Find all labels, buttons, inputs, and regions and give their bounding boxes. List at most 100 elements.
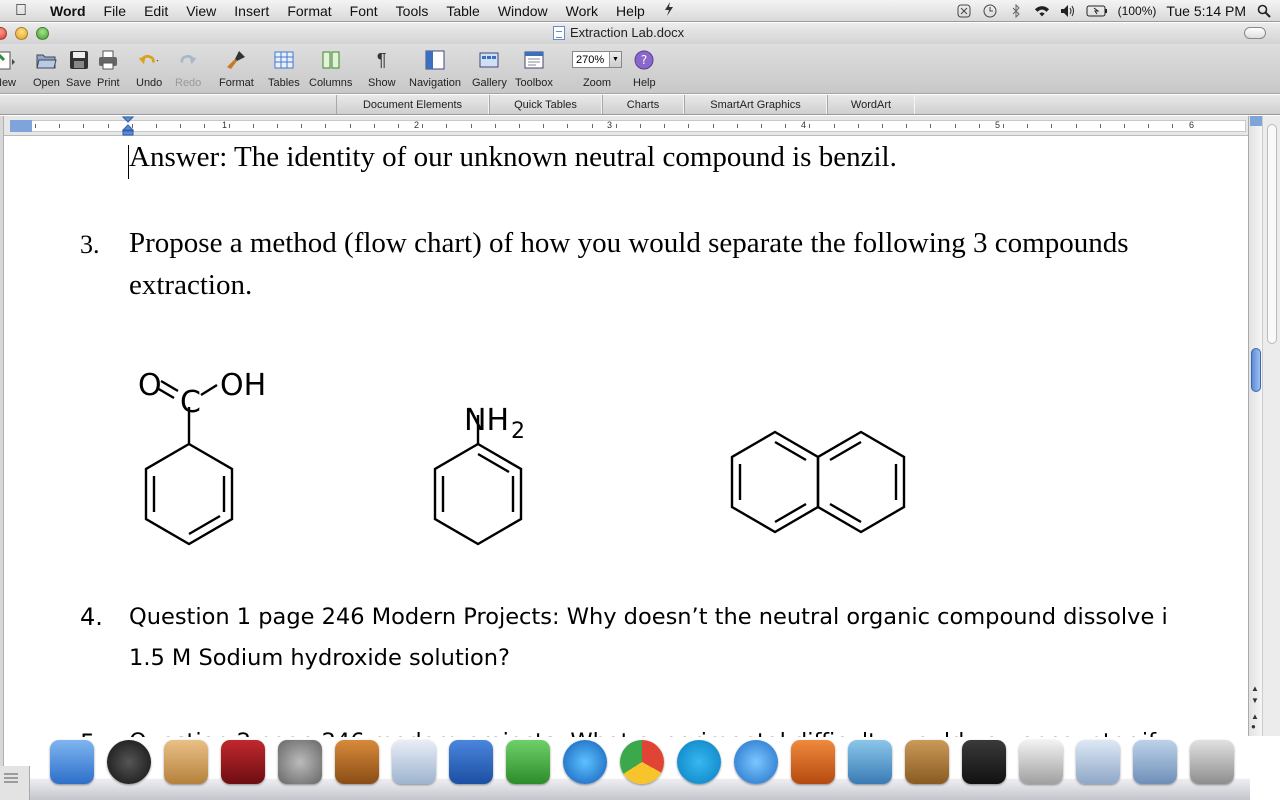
spotlight-search-icon[interactable]: [1256, 3, 1272, 19]
previous-page-icon[interactable]: ▲: [1251, 712, 1259, 721]
time-machine-icon[interactable]: [982, 3, 998, 19]
left-margin-marker[interactable]: [10, 120, 32, 132]
chrome-icon[interactable]: [620, 740, 664, 784]
redo-button[interactable]: Redo: [175, 48, 201, 89]
system-preferences-icon[interactable]: [278, 740, 322, 784]
presentation-icon[interactable]: [1019, 740, 1063, 784]
undo-button[interactable]: Undo: [136, 48, 162, 89]
ruler-tick: [1027, 124, 1029, 128]
document-page[interactable]: Answer: The identity of our unknown neut…: [4, 137, 1248, 737]
chevron-down-icon[interactable]: ▼: [609, 52, 621, 67]
question-3-line-1[interactable]: Propose a method (flow chart) of how you…: [129, 227, 1128, 260]
menu-clock[interactable]: Tue 5:14 PM: [1166, 3, 1246, 19]
format-button[interactable]: Format: [219, 48, 254, 89]
toolbar-toggle-button[interactable]: [1244, 27, 1266, 39]
itunes-icon[interactable]: [563, 740, 607, 784]
columns-button[interactable]: Columns: [309, 48, 352, 89]
word-icon[interactable]: [449, 740, 493, 784]
menu-app-word[interactable]: Word: [42, 0, 95, 22]
close-window-button[interactable]: [0, 27, 7, 40]
ruler-tick: [156, 124, 157, 128]
finder-icon[interactable]: [50, 740, 94, 784]
ruler-toggle-button[interactable]: [1250, 116, 1262, 126]
gallery-button[interactable]: Gallery: [472, 48, 507, 89]
print-button[interactable]: Print: [97, 48, 120, 89]
ruler-tick: [1172, 124, 1174, 128]
ruler-tick: [543, 124, 545, 128]
scroll-down-arrow-icon[interactable]: ▼: [1251, 696, 1259, 705]
wifi-icon[interactable]: [1034, 3, 1050, 19]
scrollbar-thumb[interactable]: [1251, 348, 1261, 392]
zoom-window-button[interactable]: [36, 27, 49, 40]
preview-icon[interactable]: [392, 740, 436, 784]
menu-insert[interactable]: Insert: [225, 0, 278, 22]
close-x-icon[interactable]: [956, 3, 972, 19]
tab-charts[interactable]: Charts: [602, 95, 684, 114]
ruler-tick: [228, 124, 230, 128]
save-button[interactable]: Save: [66, 48, 91, 89]
question-4-line-1[interactable]: Question 1 page 246 Modern Projects: Why…: [129, 604, 1168, 630]
tables-button[interactable]: Tables: [268, 48, 300, 89]
trash-icon[interactable]: [1190, 740, 1234, 784]
safari-icon[interactable]: [734, 740, 778, 784]
powerpoint-icon[interactable]: [791, 740, 835, 784]
tab-smartart-graphics[interactable]: SmartArt Graphics: [684, 95, 827, 114]
dashboard-icon[interactable]: [107, 740, 151, 784]
help-button[interactable]: ? Help: [633, 48, 656, 89]
menu-help[interactable]: Help: [607, 0, 654, 22]
garageband-icon[interactable]: [335, 740, 379, 784]
ruler-tick: [785, 124, 787, 128]
skype-icon[interactable]: [677, 740, 721, 784]
show-button[interactable]: ¶ Show: [368, 48, 396, 90]
menu-font[interactable]: Font: [341, 0, 387, 22]
scroll-up-arrow-icon[interactable]: ▲: [1251, 684, 1259, 693]
ruler-tick: [954, 124, 956, 128]
chemical-structures-figure[interactable]: O C OH NH 2: [124, 352, 1024, 592]
tab-wordart[interactable]: WordArt: [827, 95, 915, 114]
ruler-tick: [301, 124, 303, 128]
redo-arrow-icon: [177, 48, 199, 72]
browse-object-icon[interactable]: ●: [1251, 722, 1256, 731]
document-icon: [553, 25, 565, 40]
mail-icon[interactable]: [164, 740, 208, 784]
aniline-nh-label: NH: [464, 403, 509, 438]
iphoto-icon[interactable]: [848, 740, 892, 784]
answer-paragraph[interactable]: Answer: The identity of our unknown neut…: [129, 141, 897, 174]
toolbox-button[interactable]: Toolbox: [515, 48, 553, 89]
menu-format[interactable]: Format: [278, 0, 340, 22]
bluetooth-icon[interactable]: [1008, 3, 1024, 19]
open-button[interactable]: Open: [33, 48, 60, 89]
menu-table[interactable]: Table: [437, 0, 488, 22]
new-button[interactable]: New: [0, 48, 16, 89]
photo-booth-icon[interactable]: [221, 740, 265, 784]
menu-window[interactable]: Window: [489, 0, 557, 22]
zoom-control[interactable]: 270% ▼ Zoom: [572, 48, 622, 89]
documents-icon[interactable]: [1076, 740, 1120, 784]
battery-icon[interactable]: [1086, 3, 1108, 19]
script-menu-icon[interactable]: [654, 0, 684, 22]
question-3-line-2[interactable]: extraction.: [129, 269, 252, 302]
menu-view[interactable]: View: [177, 0, 225, 22]
menu-tools[interactable]: Tools: [387, 0, 438, 22]
window-title-text: Extraction Lab.docx: [570, 25, 685, 40]
zoom-select[interactable]: 270% ▼: [572, 51, 622, 68]
question-3-number: 3.: [80, 230, 100, 259]
downloads-icon[interactable]: [1133, 740, 1177, 784]
address-book-icon[interactable]: [905, 740, 949, 784]
volume-icon[interactable]: [1060, 3, 1076, 19]
ruler-number: 2: [414, 120, 420, 130]
horizontal-ruler[interactable]: 1 2 3 4 5 6: [0, 116, 1250, 136]
messages-icon[interactable]: [506, 740, 550, 784]
tab-document-elements[interactable]: Document Elements: [336, 95, 489, 114]
menu-file[interactable]: File: [95, 0, 136, 22]
minimize-window-button[interactable]: [15, 27, 28, 40]
activity-monitor-icon[interactable]: [962, 740, 1006, 784]
tab-quick-tables[interactable]: Quick Tables: [489, 95, 602, 114]
menu-edit[interactable]: Edit: [135, 0, 177, 22]
toolbox-icon: [523, 48, 545, 72]
vertical-scrollbar[interactable]: ▲ ▼ ▲ ●: [1248, 116, 1262, 736]
menu-work[interactable]: Work: [557, 0, 607, 22]
navigation-button[interactable]: Navigation: [409, 48, 461, 89]
apple-icon[interactable]: : [0, 2, 42, 20]
question-4-line-2[interactable]: 1.5 M Sodium hydroxide solution?: [129, 645, 510, 671]
